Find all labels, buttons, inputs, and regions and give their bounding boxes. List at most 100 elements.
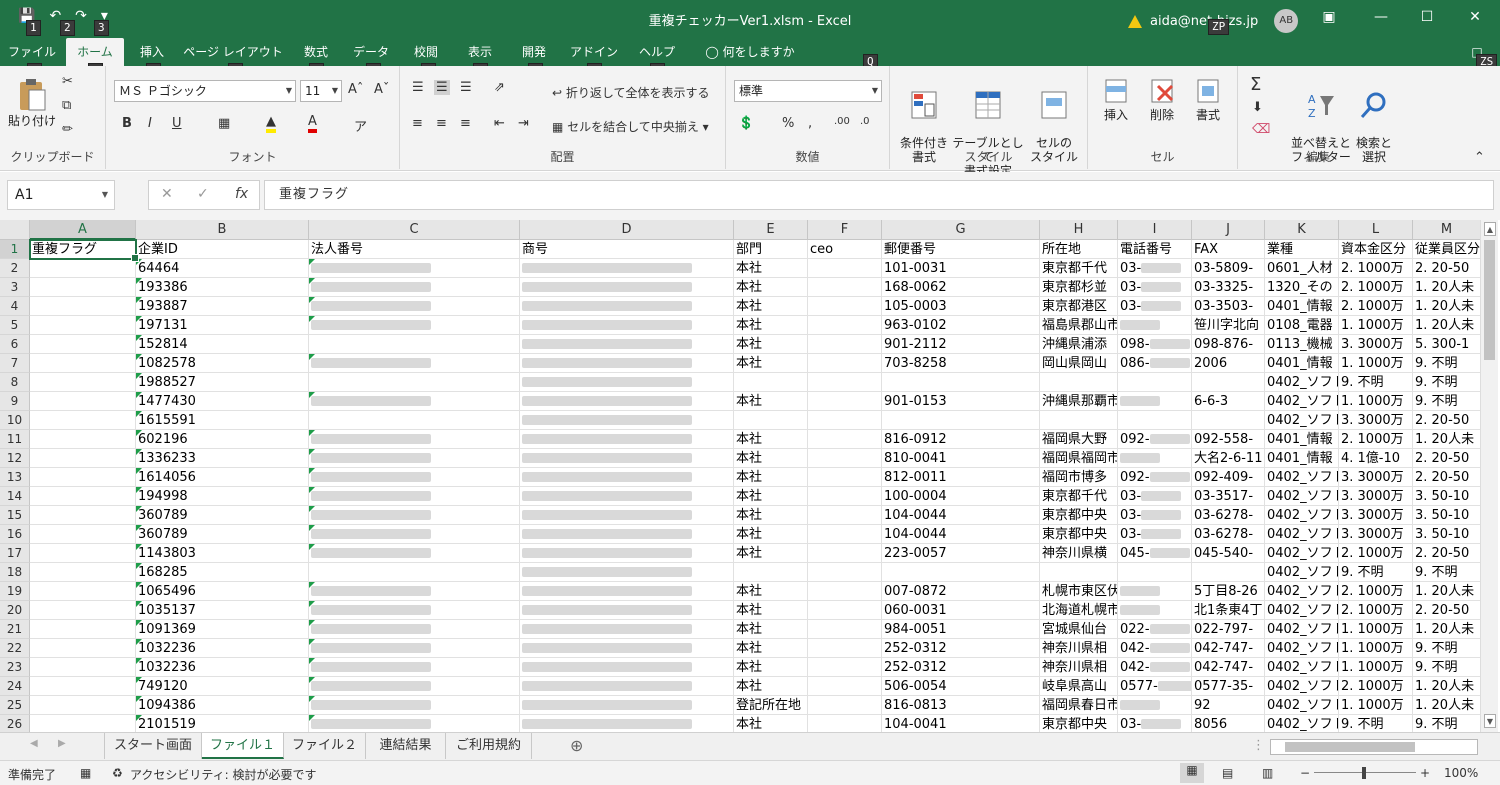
enter-icon[interactable]: ✓ (197, 186, 209, 202)
sheet-tab-terms[interactable]: ご利用規約 (446, 733, 532, 759)
cell-i22[interactable]: 042- (1118, 639, 1192, 658)
cell-d19[interactable] (520, 582, 734, 601)
cell-i19[interactable] (1118, 582, 1192, 601)
cell-l3[interactable]: 2. 1000万 (1339, 278, 1413, 297)
underline-icon[interactable]: U (172, 116, 182, 131)
cell-d15[interactable] (520, 506, 734, 525)
cell-m7[interactable]: 9. 不明 (1413, 354, 1480, 373)
cell-m12[interactable]: 2. 20-50 (1413, 449, 1480, 468)
cancel-icon[interactable]: ✕ (161, 186, 173, 202)
align-center-icon[interactable]: ≡ (436, 116, 447, 131)
cell-c8[interactable] (309, 373, 520, 392)
cell-l22[interactable]: 1. 1000万 (1339, 639, 1413, 658)
cell-g26[interactable]: 104-0041 (882, 715, 1040, 732)
cell-e5[interactable]: 本社 (734, 316, 808, 335)
cell-e2[interactable]: 本社 (734, 259, 808, 278)
cell-b17[interactable]: 1143803 (136, 544, 309, 563)
cell-a12[interactable] (30, 449, 136, 468)
cell-e7[interactable]: 本社 (734, 354, 808, 373)
cell-f8[interactable] (808, 373, 882, 392)
row-header-7[interactable]: 7 (0, 354, 30, 373)
cell-b21[interactable]: 1091369 (136, 620, 309, 639)
increase-decimal-icon[interactable]: .00 (834, 116, 850, 127)
cell-f18[interactable] (808, 563, 882, 582)
cell-g12[interactable]: 810-0041 (882, 449, 1040, 468)
tab-review[interactable]: 校閲 (404, 38, 448, 66)
vertical-scroll-thumb[interactable] (1484, 240, 1495, 360)
percent-icon[interactable]: % (782, 116, 794, 131)
cell-i7[interactable]: 086- (1118, 354, 1192, 373)
cell-j2[interactable]: 03-5809- (1192, 259, 1265, 278)
cell-a15[interactable] (30, 506, 136, 525)
cell-k1[interactable]: 業種 (1265, 240, 1339, 259)
cell-g23[interactable]: 252-0312 (882, 658, 1040, 677)
cell-f12[interactable] (808, 449, 882, 468)
cell-l21[interactable]: 1. 1000万 (1339, 620, 1413, 639)
orientation-icon[interactable]: ⇗ (494, 80, 505, 95)
cell-a5[interactable] (30, 316, 136, 335)
cell-h10[interactable] (1040, 411, 1118, 430)
merge-center-button[interactable]: ▦ セルを結合して中央揃え ▾ (552, 118, 709, 135)
cell-c14[interactable] (309, 487, 520, 506)
wrap-text-button[interactable]: ↩ 折り返して全体を表示する (552, 84, 710, 101)
cell-f9[interactable] (808, 392, 882, 411)
comma-icon[interactable]: , (808, 116, 812, 131)
tab-addins[interactable]: アドイン (566, 38, 622, 66)
cell-i13[interactable]: 092- (1118, 468, 1192, 487)
cell-g5[interactable]: 963-0102 (882, 316, 1040, 335)
cell-g13[interactable]: 812-0011 (882, 468, 1040, 487)
add-sheet-icon[interactable]: ⊕ (570, 736, 583, 755)
cell-k5[interactable]: 0108_電器 (1265, 316, 1339, 335)
tell-me-search[interactable]: ◯ 何をしますか (700, 38, 800, 66)
cell-i20[interactable] (1118, 601, 1192, 620)
row-header-26[interactable]: 26 (0, 715, 30, 732)
vertical-scrollbar[interactable]: ▲ ▼ (1480, 220, 1498, 732)
cell-b15[interactable]: 360789 (136, 506, 309, 525)
cell-f25[interactable] (808, 696, 882, 715)
zoom-slider-thumb[interactable] (1362, 767, 1366, 779)
cell-i1[interactable]: 電話番号 (1118, 240, 1192, 259)
cell-a19[interactable] (30, 582, 136, 601)
cell-d20[interactable] (520, 601, 734, 620)
cell-f3[interactable] (808, 278, 882, 297)
cell-a22[interactable] (30, 639, 136, 658)
cell-d7[interactable] (520, 354, 734, 373)
cell-k20[interactable]: 0402_ソフト (1265, 601, 1339, 620)
tab-help[interactable]: ヘルプ (632, 38, 682, 66)
row-header-3[interactable]: 3 (0, 278, 30, 297)
cell-d22[interactable] (520, 639, 734, 658)
cell-m9[interactable]: 9. 不明 (1413, 392, 1480, 411)
cell-l16[interactable]: 3. 3000万 (1339, 525, 1413, 544)
cell-b25[interactable]: 1094386 (136, 696, 309, 715)
cell-b18[interactable]: 168285 (136, 563, 309, 582)
cell-g8[interactable] (882, 373, 1040, 392)
cell-b4[interactable]: 193887 (136, 297, 309, 316)
cell-l14[interactable]: 3. 3000万 (1339, 487, 1413, 506)
zoom-out-icon[interactable]: − (1300, 766, 1310, 780)
cell-a9[interactable] (30, 392, 136, 411)
cell-h6[interactable]: 沖縄県浦添 (1040, 335, 1118, 354)
cell-a8[interactable] (30, 373, 136, 392)
cell-h18[interactable] (1040, 563, 1118, 582)
cell-e18[interactable] (734, 563, 808, 582)
cell-j7[interactable]: 2006 (1192, 354, 1265, 373)
cell-a6[interactable] (30, 335, 136, 354)
cell-f14[interactable] (808, 487, 882, 506)
cell-d18[interactable] (520, 563, 734, 582)
cell-d25[interactable] (520, 696, 734, 715)
cell-j19[interactable]: 5丁目8-26 (1192, 582, 1265, 601)
row-header-17[interactable]: 17 (0, 544, 30, 563)
split-handle-icon[interactable]: ⋮ (1252, 738, 1265, 753)
tab-page-layout[interactable]: ページ レイアウト (182, 38, 284, 66)
row-header-11[interactable]: 11 (0, 430, 30, 449)
cell-k4[interactable]: 0401_情報 (1265, 297, 1339, 316)
cell-f6[interactable] (808, 335, 882, 354)
phonetic-icon[interactable]: ア (354, 116, 367, 135)
cell-a7[interactable] (30, 354, 136, 373)
cell-l4[interactable]: 2. 1000万 (1339, 297, 1413, 316)
tab-view[interactable]: 表示 (458, 38, 502, 66)
column-header-l[interactable]: L (1339, 220, 1413, 240)
decrease-decimal-icon[interactable]: .0 (860, 116, 870, 127)
cell-k26[interactable]: 0402_ソフト (1265, 715, 1339, 732)
page-layout-view-icon[interactable]: ▤ (1222, 766, 1233, 780)
